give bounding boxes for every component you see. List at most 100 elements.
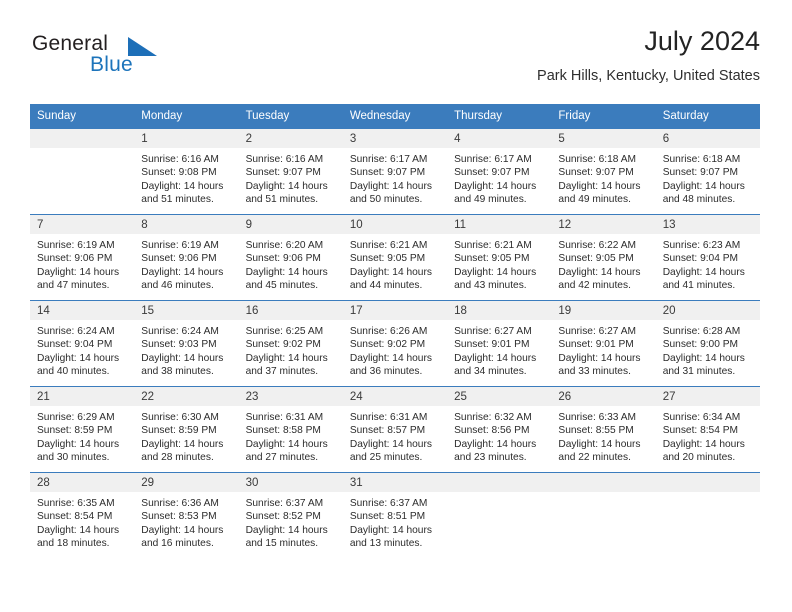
- day-details: Sunrise: 6:24 AM Sunset: 9:03 PM Dayligh…: [134, 320, 238, 386]
- weekday-header-row: Sunday Monday Tuesday Wednesday Thursday…: [30, 104, 760, 129]
- daylight-text-line1: Daylight: 14 hours: [245, 266, 328, 278]
- day-details: Sunrise: 6:26 AM Sunset: 9:02 PM Dayligh…: [343, 320, 447, 386]
- day-cell[interactable]: 14 Sunrise: 6:24 AM Sunset: 9:04 PM Dayl…: [30, 300, 135, 387]
- day-cell[interactable]: 17 Sunrise: 6:26 AM Sunset: 9:02 PM Dayl…: [342, 300, 448, 387]
- day-cell[interactable]: [551, 472, 656, 558]
- day-number: 28: [30, 473, 135, 492]
- sunset-text: Sunset: 9:06 PM: [141, 253, 217, 265]
- day-cell[interactable]: 10 Sunrise: 6:21 AM Sunset: 9:05 PM Dayl…: [342, 214, 448, 301]
- day-cell[interactable]: 20 Sunrise: 6:28 AM Sunset: 9:00 PM Dayl…: [655, 300, 760, 387]
- day-details: [656, 492, 760, 558]
- day-number: 17: [342, 301, 448, 320]
- calendar-body: 1 Sunrise: 6:16 AM Sunset: 9:08 PM Dayli…: [30, 128, 760, 558]
- sunset-text: Sunset: 9:04 PM: [37, 339, 113, 351]
- sunset-text: Sunset: 9:01 PM: [454, 339, 530, 351]
- sunrise-text: Sunrise: 6:17 AM: [454, 154, 532, 165]
- day-number: 22: [134, 387, 239, 406]
- sunrise-text: Sunrise: 6:21 AM: [349, 240, 428, 251]
- day-cell[interactable]: 2 Sunrise: 6:16 AM Sunset: 9:07 PM Dayli…: [238, 128, 343, 215]
- daylight-text-line1: Daylight: 14 hours: [349, 352, 432, 364]
- day-details: Sunrise: 6:34 AM Sunset: 8:54 PM Dayligh…: [656, 406, 760, 472]
- day-cell[interactable]: 4 Sunrise: 6:17 AM Sunset: 9:07 PM Dayli…: [447, 128, 552, 215]
- logo-text-blue: Blue: [90, 53, 133, 76]
- day-details: Sunrise: 6:35 AM Sunset: 8:54 PM Dayligh…: [30, 492, 134, 558]
- day-cell[interactable]: [30, 128, 135, 215]
- day-cell[interactable]: 23 Sunrise: 6:31 AM Sunset: 8:58 PM Dayl…: [238, 386, 343, 473]
- sunrise-text: Sunrise: 6:17 AM: [349, 154, 428, 165]
- daylight-text-line2: and 27 minutes.: [245, 452, 319, 464]
- day-cell[interactable]: 11 Sunrise: 6:21 AM Sunset: 9:05 PM Dayl…: [447, 214, 552, 301]
- day-cell[interactable]: [655, 472, 760, 558]
- location-subtitle: Park Hills, Kentucky, United States: [537, 68, 760, 84]
- day-cell[interactable]: 7 Sunrise: 6:19 AM Sunset: 9:06 PM Dayli…: [30, 214, 135, 301]
- daylight-text-line1: Daylight: 14 hours: [37, 266, 120, 278]
- sunrise-text: Sunrise: 6:18 AM: [558, 154, 636, 165]
- weekday-header-tuesday: Tuesday: [238, 104, 343, 129]
- sunset-text: Sunset: 8:54 PM: [662, 425, 739, 437]
- sunrise-text: Sunrise: 6:21 AM: [454, 240, 532, 251]
- day-cell[interactable]: 16 Sunrise: 6:25 AM Sunset: 9:02 PM Dayl…: [238, 300, 343, 387]
- daylight-text-line2: and 51 minutes.: [141, 194, 214, 206]
- day-number: 24: [342, 387, 448, 406]
- day-cell[interactable]: 18 Sunrise: 6:27 AM Sunset: 9:01 PM Dayl…: [447, 300, 552, 387]
- daylight-text-line2: and 31 minutes.: [662, 366, 736, 378]
- weekday-header-friday: Friday: [551, 104, 656, 129]
- day-cell[interactable]: [447, 472, 552, 558]
- day-cell[interactable]: 21 Sunrise: 6:29 AM Sunset: 8:59 PM Dayl…: [30, 386, 135, 473]
- sunrise-text: Sunrise: 6:37 AM: [349, 498, 428, 509]
- daylight-text-line1: Daylight: 14 hours: [37, 524, 120, 536]
- weekday-header-sunday: Sunday: [30, 104, 135, 129]
- day-cell[interactable]: 6 Sunrise: 6:18 AM Sunset: 9:07 PM Dayli…: [655, 128, 760, 215]
- day-details: Sunrise: 6:28 AM Sunset: 9:00 PM Dayligh…: [656, 320, 760, 386]
- day-cell[interactable]: 19 Sunrise: 6:27 AM Sunset: 9:01 PM Dayl…: [551, 300, 656, 387]
- sunset-text: Sunset: 8:53 PM: [141, 511, 217, 523]
- daylight-text-line2: and 43 minutes.: [454, 280, 527, 292]
- daylight-text-line1: Daylight: 14 hours: [662, 266, 745, 278]
- day-cell[interactable]: 24 Sunrise: 6:31 AM Sunset: 8:57 PM Dayl…: [342, 386, 448, 473]
- daylight-text-line2: and 30 minutes.: [37, 452, 110, 464]
- daylight-text-line2: and 20 minutes.: [662, 452, 736, 464]
- day-cell[interactable]: 1 Sunrise: 6:16 AM Sunset: 9:08 PM Dayli…: [134, 128, 239, 215]
- day-cell[interactable]: 22 Sunrise: 6:30 AM Sunset: 8:59 PM Dayl…: [134, 386, 239, 473]
- sunset-text: Sunset: 9:07 PM: [662, 167, 739, 179]
- sunset-text: Sunset: 9:07 PM: [454, 167, 530, 179]
- sunset-text: Sunset: 9:08 PM: [141, 167, 217, 179]
- day-details: Sunrise: 6:37 AM Sunset: 8:52 PM Dayligh…: [239, 492, 343, 558]
- sunrise-text: Sunrise: 6:26 AM: [349, 326, 428, 337]
- title-block: July 2024 Park Hills, Kentucky, United S…: [537, 24, 760, 85]
- daylight-text-line2: and 36 minutes.: [349, 366, 423, 378]
- day-number: 3: [342, 129, 448, 148]
- day-cell[interactable]: 27 Sunrise: 6:34 AM Sunset: 8:54 PM Dayl…: [655, 386, 760, 473]
- daylight-text-line1: Daylight: 14 hours: [349, 266, 432, 278]
- day-cell[interactable]: 9 Sunrise: 6:20 AM Sunset: 9:06 PM Dayli…: [238, 214, 343, 301]
- day-details: Sunrise: 6:17 AM Sunset: 9:07 PM Dayligh…: [343, 148, 447, 214]
- day-cell[interactable]: 29 Sunrise: 6:36 AM Sunset: 8:53 PM Dayl…: [134, 472, 239, 558]
- day-details: [551, 492, 655, 558]
- daylight-text-line1: Daylight: 14 hours: [662, 352, 745, 364]
- day-number: [551, 473, 656, 492]
- day-details: Sunrise: 6:19 AM Sunset: 9:06 PM Dayligh…: [30, 234, 134, 300]
- daylight-text-line2: and 13 minutes.: [349, 538, 423, 550]
- day-cell[interactable]: 28 Sunrise: 6:35 AM Sunset: 8:54 PM Dayl…: [30, 472, 135, 558]
- day-cell[interactable]: 26 Sunrise: 6:33 AM Sunset: 8:55 PM Dayl…: [551, 386, 656, 473]
- day-cell[interactable]: 31 Sunrise: 6:37 AM Sunset: 8:51 PM Dayl…: [342, 472, 448, 558]
- day-cell[interactable]: 25 Sunrise: 6:32 AM Sunset: 8:56 PM Dayl…: [447, 386, 552, 473]
- daylight-text-line2: and 40 minutes.: [37, 366, 110, 378]
- general-blue-logo[interactable]: General Blue: [32, 32, 212, 88]
- day-number: 18: [447, 301, 552, 320]
- day-number: 5: [551, 129, 656, 148]
- daylight-text-line2: and 16 minutes.: [141, 538, 214, 550]
- day-cell[interactable]: 3 Sunrise: 6:17 AM Sunset: 9:07 PM Dayli…: [342, 128, 448, 215]
- sunrise-text: Sunrise: 6:30 AM: [141, 412, 219, 423]
- day-cell[interactable]: 12 Sunrise: 6:22 AM Sunset: 9:05 PM Dayl…: [551, 214, 656, 301]
- day-cell[interactable]: 13 Sunrise: 6:23 AM Sunset: 9:04 PM Dayl…: [655, 214, 760, 301]
- day-cell[interactable]: 30 Sunrise: 6:37 AM Sunset: 8:52 PM Dayl…: [238, 472, 343, 558]
- daylight-text-line1: Daylight: 14 hours: [245, 352, 328, 364]
- day-cell[interactable]: 5 Sunrise: 6:18 AM Sunset: 9:07 PM Dayli…: [551, 128, 656, 215]
- week-row: 21 Sunrise: 6:29 AM Sunset: 8:59 PM Dayl…: [30, 386, 760, 473]
- daylight-text-line2: and 23 minutes.: [454, 452, 527, 464]
- day-cell[interactable]: 15 Sunrise: 6:24 AM Sunset: 9:03 PM Dayl…: [134, 300, 239, 387]
- daylight-text-line1: Daylight: 14 hours: [245, 524, 328, 536]
- day-details: Sunrise: 6:27 AM Sunset: 9:01 PM Dayligh…: [551, 320, 655, 386]
- day-cell[interactable]: 8 Sunrise: 6:19 AM Sunset: 9:06 PM Dayli…: [134, 214, 239, 301]
